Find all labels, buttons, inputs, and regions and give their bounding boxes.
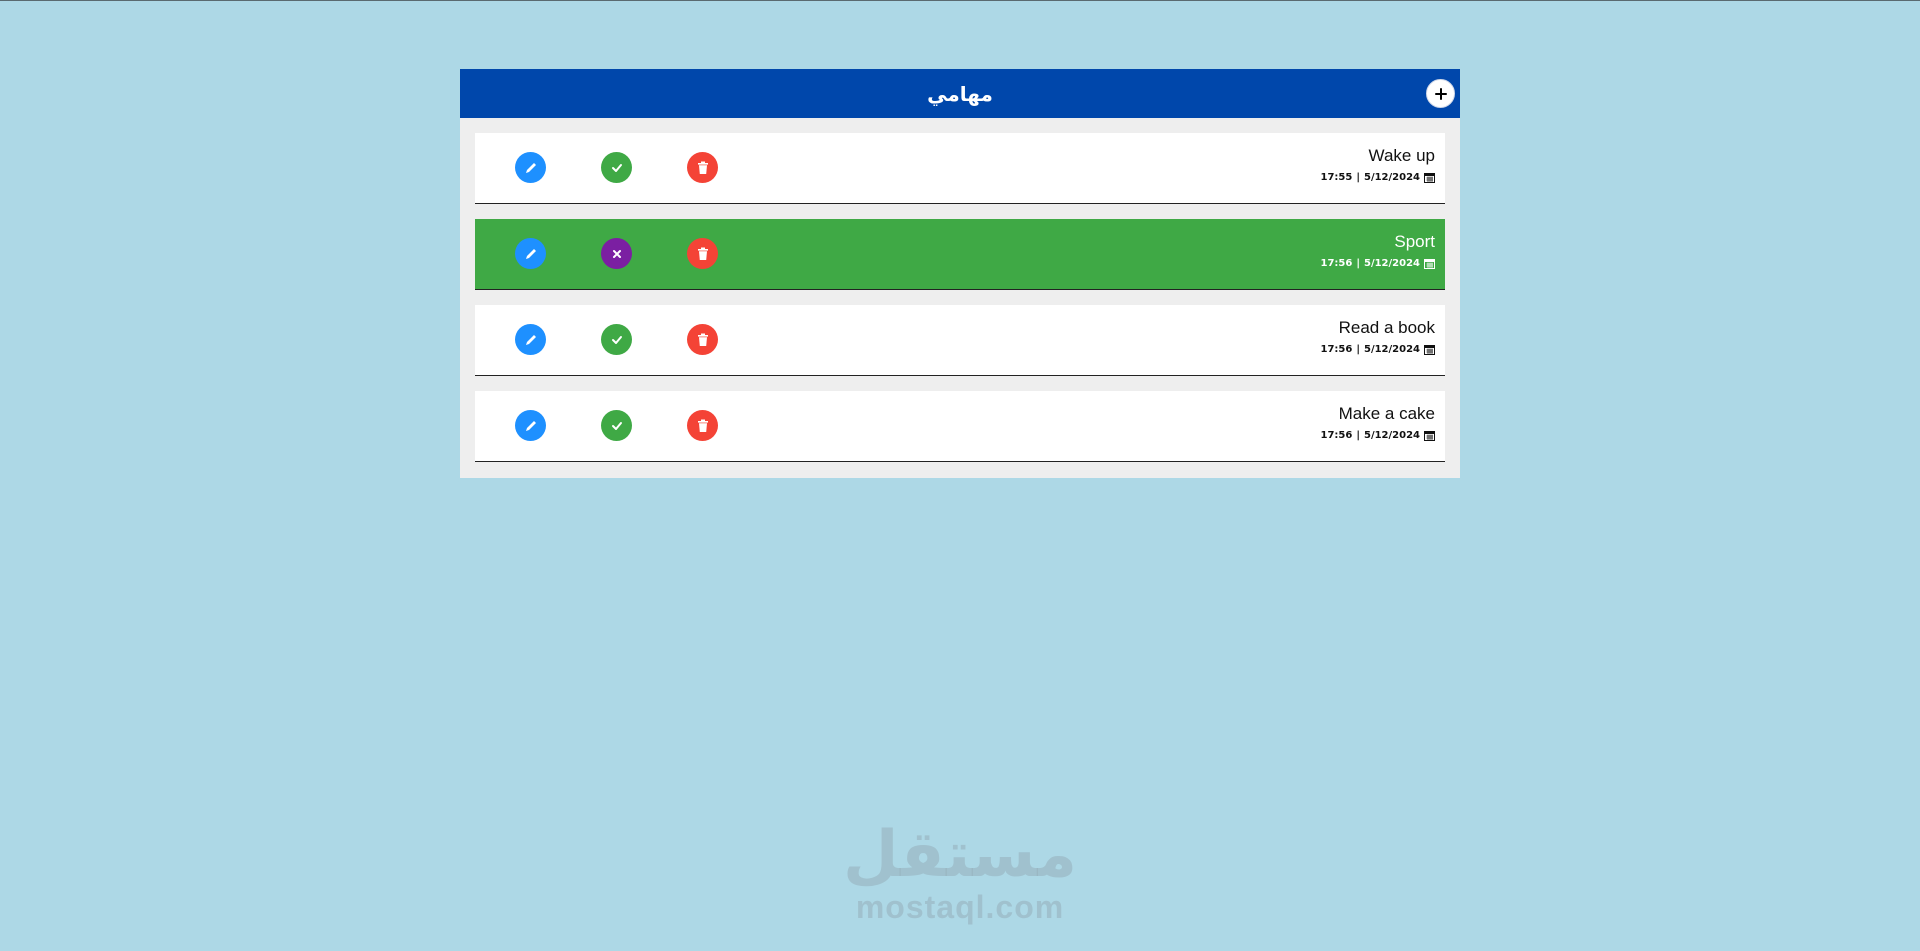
task-title: Make a cake	[1338, 404, 1435, 423]
task-actions	[515, 238, 718, 269]
task-title: Sport	[1394, 232, 1435, 251]
task-item: Wake up 17:55 | 5/12/2024	[475, 133, 1445, 204]
top-border-line	[0, 0, 1920, 1]
check-icon	[611, 421, 622, 430]
task-datetime: 17:55 | 5/12/2024	[1320, 172, 1435, 183]
task-info: Read a book 17:56 | 5/12/2024	[1320, 318, 1435, 355]
delete-task-button[interactable]	[687, 238, 718, 269]
page-title: مهامي	[927, 81, 993, 106]
task-list: Wake up 17:55 | 5/12/2024 Sport 17:56 | …	[460, 118, 1460, 478]
task-item: Make a cake 17:56 | 5/12/2024	[475, 391, 1445, 462]
date-separator: |	[1356, 344, 1360, 355]
plus-icon	[1434, 87, 1447, 100]
task-info: Make a cake 17:56 | 5/12/2024	[1320, 404, 1435, 441]
task-datetime: 17:56 | 5/12/2024	[1320, 430, 1435, 441]
trash-icon	[697, 161, 708, 174]
add-task-button[interactable]	[1426, 79, 1455, 108]
task-title: Wake up	[1368, 146, 1435, 165]
trash-icon	[697, 333, 708, 346]
task-time: 17:56	[1320, 258, 1353, 269]
date-separator: |	[1356, 172, 1360, 183]
uncomplete-task-button[interactable]	[601, 238, 632, 269]
pencil-icon	[525, 334, 536, 345]
task-time: 17:55	[1320, 172, 1353, 183]
date-separator: |	[1356, 258, 1360, 269]
task-actions	[515, 410, 718, 441]
calendar-icon	[1424, 430, 1435, 441]
pencil-icon	[525, 248, 536, 259]
task-date: 5/12/2024	[1363, 344, 1420, 355]
edit-task-button[interactable]	[515, 410, 546, 441]
calendar-icon	[1424, 344, 1435, 355]
todo-app: مهامي Wake up 17:55 | 5/12/2024 Sport 17…	[460, 69, 1460, 478]
task-time: 17:56	[1320, 344, 1353, 355]
task-actions	[515, 324, 718, 355]
task-date: 5/12/2024	[1363, 430, 1420, 441]
complete-task-button[interactable]	[601, 152, 632, 183]
task-date: 5/12/2024	[1363, 258, 1420, 269]
task-item: Read a book 17:56 | 5/12/2024	[475, 305, 1445, 376]
delete-task-button[interactable]	[687, 324, 718, 355]
task-info: Sport 17:56 | 5/12/2024	[1320, 232, 1435, 269]
pencil-icon	[525, 162, 536, 173]
task-info: Wake up 17:55 | 5/12/2024	[1320, 146, 1435, 183]
calendar-icon	[1424, 258, 1435, 269]
watermark-arabic: مستقل	[842, 818, 1078, 892]
task-item: Sport 17:56 | 5/12/2024	[475, 219, 1445, 290]
trash-icon	[697, 419, 708, 432]
task-time: 17:56	[1320, 430, 1353, 441]
task-date: 5/12/2024	[1363, 172, 1420, 183]
task-datetime: 17:56 | 5/12/2024	[1320, 258, 1435, 269]
complete-task-button[interactable]	[601, 324, 632, 355]
task-datetime: 17:56 | 5/12/2024	[1320, 344, 1435, 355]
watermark-latin: mostaql.com	[855, 889, 1065, 925]
edit-task-button[interactable]	[515, 324, 546, 355]
edit-task-button[interactable]	[515, 238, 546, 269]
task-title: Read a book	[1338, 318, 1435, 337]
trash-icon	[697, 247, 708, 260]
delete-task-button[interactable]	[687, 152, 718, 183]
date-separator: |	[1356, 430, 1360, 441]
complete-task-button[interactable]	[601, 410, 632, 441]
check-icon	[611, 163, 622, 172]
close-icon	[612, 249, 621, 258]
check-icon	[611, 335, 622, 344]
app-header: مهامي	[460, 69, 1460, 118]
watermark-logo: مستقل mostaql.com	[0, 820, 1920, 924]
delete-task-button[interactable]	[687, 410, 718, 441]
task-actions	[515, 152, 718, 183]
edit-task-button[interactable]	[515, 152, 546, 183]
pencil-icon	[525, 420, 536, 431]
calendar-icon	[1424, 172, 1435, 183]
